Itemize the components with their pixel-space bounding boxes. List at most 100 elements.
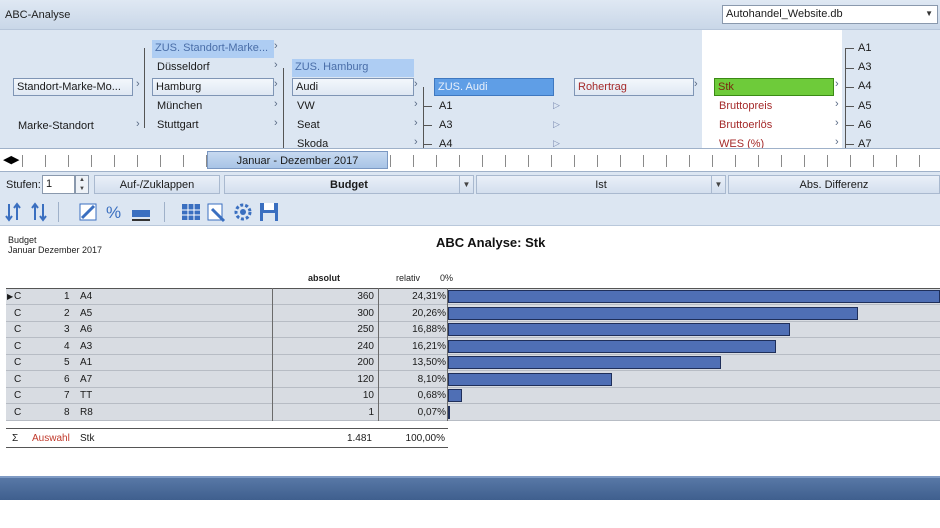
stufen-label: Stufen:	[6, 179, 41, 191]
dimension-element-zus-standort[interactable]: ZUS. Standort-Marke...	[152, 40, 274, 58]
chevron-right-icon[interactable]: ›	[414, 136, 418, 148]
row-name: A7	[80, 373, 93, 385]
chevron-right-icon[interactable]: ›	[136, 78, 140, 90]
dimension-element-stuttgart[interactable]: Stuttgart	[154, 117, 264, 135]
measure-stk[interactable]: Stk	[714, 78, 834, 96]
title-bar: ABC-Analyse Autohandel_Website.db ▼	[0, 0, 940, 30]
dimension-element-muenchen[interactable]: München	[154, 98, 264, 116]
chevron-right-icon[interactable]: ›	[414, 117, 418, 129]
sum-name: Stk	[80, 433, 95, 444]
row-absolut: 120	[357, 373, 374, 385]
dimension-standort-marke-modell[interactable]: Standort-Marke-Mo...	[13, 78, 133, 96]
table-row[interactable]: C 6 A7 120 8,10%	[6, 372, 940, 388]
sort-ascending-icon[interactable]	[30, 201, 52, 223]
table-row[interactable]: C 8 R8 1 0,07%	[6, 405, 940, 421]
chevron-right-icon[interactable]: ›	[274, 98, 278, 110]
expand-icon[interactable]: ▷	[553, 100, 560, 111]
row-rank: 6	[64, 373, 70, 385]
dimension-element-a4[interactable]: A4	[855, 78, 895, 96]
expand-icon[interactable]: ▷	[553, 138, 560, 148]
row-class: C	[14, 406, 22, 418]
tree-connector	[283, 68, 284, 148]
measure-wes[interactable]: WES (%)	[716, 136, 826, 148]
timeline-tick	[781, 155, 782, 167]
report-period: Januar Dezember 2017	[8, 245, 103, 255]
save-icon[interactable]	[258, 201, 280, 223]
chevron-right-icon[interactable]: ›	[274, 40, 278, 52]
percent-icon[interactable]: %	[104, 201, 126, 223]
row-rank: 1	[64, 291, 70, 302]
dimension-element-hamburg[interactable]: Hamburg	[152, 78, 274, 96]
table-icon[interactable]	[180, 201, 202, 223]
dimension-element-seat[interactable]: Seat	[294, 117, 404, 135]
measure-bruttoerloes[interactable]: Bruttoerlös	[716, 117, 826, 135]
row-name: A1	[80, 357, 93, 368]
dimension-element-a6[interactable]: A6	[855, 117, 895, 135]
timeline-tick	[643, 155, 644, 167]
timeline-ticks	[22, 155, 937, 167]
timeline-tick	[68, 155, 69, 167]
column-divider	[378, 288, 379, 421]
chevron-down-icon[interactable]: ▼	[711, 176, 725, 193]
chevron-right-icon[interactable]: ›	[274, 117, 278, 129]
chevron-down-icon[interactable]: ▼	[459, 176, 473, 193]
budget-select[interactable]: Budget ▼	[224, 175, 474, 194]
table-row[interactable]: C 2 A5 300 20,26%	[6, 306, 940, 322]
chevron-right-icon[interactable]: ›	[274, 59, 278, 71]
dimension-element-rohertrag[interactable]: Rohertrag	[574, 78, 694, 96]
timeline-tick	[91, 155, 92, 167]
svg-text:%: %	[106, 203, 121, 222]
table-row[interactable]: ▶ C 1 A4 360 24,31%	[6, 289, 940, 305]
chevron-right-icon[interactable]: ›	[136, 118, 140, 130]
row-absolut: 200	[357, 357, 374, 368]
dimension-element-a4[interactable]: A4	[436, 136, 546, 148]
ist-select[interactable]: Ist ▼	[476, 175, 726, 194]
chevron-right-icon[interactable]: ›	[274, 78, 278, 90]
chevron-right-icon[interactable]: ›	[835, 98, 839, 110]
stufen-stepper[interactable]: ▲ ▼	[75, 175, 89, 194]
table-row[interactable]: C 4 A3 240 16,21%	[6, 339, 940, 355]
chevron-right-icon[interactable]: ›	[414, 78, 418, 90]
table-row[interactable]: C 7 TT 10 0,68%	[6, 388, 940, 404]
dimension-element-a5[interactable]: A5	[855, 98, 895, 116]
table-row[interactable]: C 5 A1 200 13,50%	[6, 355, 940, 371]
dimension-element-a3[interactable]: A3	[855, 59, 895, 77]
stufen-input[interactable]: 1	[42, 175, 75, 194]
timeline-range-slider[interactable]: Januar - Dezember 2017	[207, 151, 388, 169]
sort-descending-icon[interactable]	[4, 201, 26, 223]
timeline-tick	[873, 155, 874, 167]
toolbar-separator	[164, 202, 165, 222]
table-row[interactable]: C 3 A6 250 16,88%	[6, 322, 940, 338]
dimension-element-a3[interactable]: A3	[436, 117, 546, 135]
bar-icon[interactable]	[130, 201, 152, 223]
collapse-button[interactable]: Auf-/Zuklappen	[94, 175, 220, 194]
dimension-element-a1[interactable]: A1	[855, 40, 895, 58]
dimension-element-skoda[interactable]: Skoda	[294, 136, 404, 148]
timeline-tick	[459, 155, 460, 167]
dimension-element-audi[interactable]: Audi	[292, 78, 414, 96]
dimension-element-a7[interactable]: A7	[855, 136, 895, 148]
column-header-relativ: relativ	[396, 273, 421, 283]
row-rank: 8	[64, 406, 70, 418]
chevron-right-icon[interactable]: ›	[414, 98, 418, 110]
dimension-marke-standort[interactable]: Marke-Standort	[15, 118, 125, 136]
dimension-element-zus-audi[interactable]: ZUS. Audi	[434, 78, 554, 96]
gear-icon[interactable]	[232, 201, 254, 223]
dimension-element-vw[interactable]: VW	[294, 98, 404, 116]
measure-bruttopreis[interactable]: Bruttopreis	[716, 98, 826, 116]
arrow-right-icon[interactable]: ▶	[11, 153, 19, 166]
expand-icon[interactable]: ▷	[553, 119, 560, 130]
dimension-element-duesseldorf[interactable]: Düsseldorf	[154, 59, 264, 77]
chevron-right-icon[interactable]: ›	[835, 136, 839, 148]
timeline-tick	[735, 155, 736, 167]
difference-select[interactable]: Abs. Differenz	[728, 175, 940, 194]
chart-format-icon[interactable]	[78, 201, 100, 223]
dimension-element-a1[interactable]: A1	[436, 98, 546, 116]
edit-icon[interactable]	[206, 201, 228, 223]
chevron-right-icon[interactable]: ›	[835, 78, 839, 90]
database-select[interactable]: Autohandel_Website.db ▼	[722, 5, 938, 24]
timeline-tick	[758, 155, 759, 167]
dimension-element-zus-hamburg[interactable]: ZUS. Hamburg	[292, 59, 414, 77]
chevron-right-icon[interactable]: ›	[835, 117, 839, 129]
chevron-right-icon[interactable]: ›	[694, 78, 698, 90]
